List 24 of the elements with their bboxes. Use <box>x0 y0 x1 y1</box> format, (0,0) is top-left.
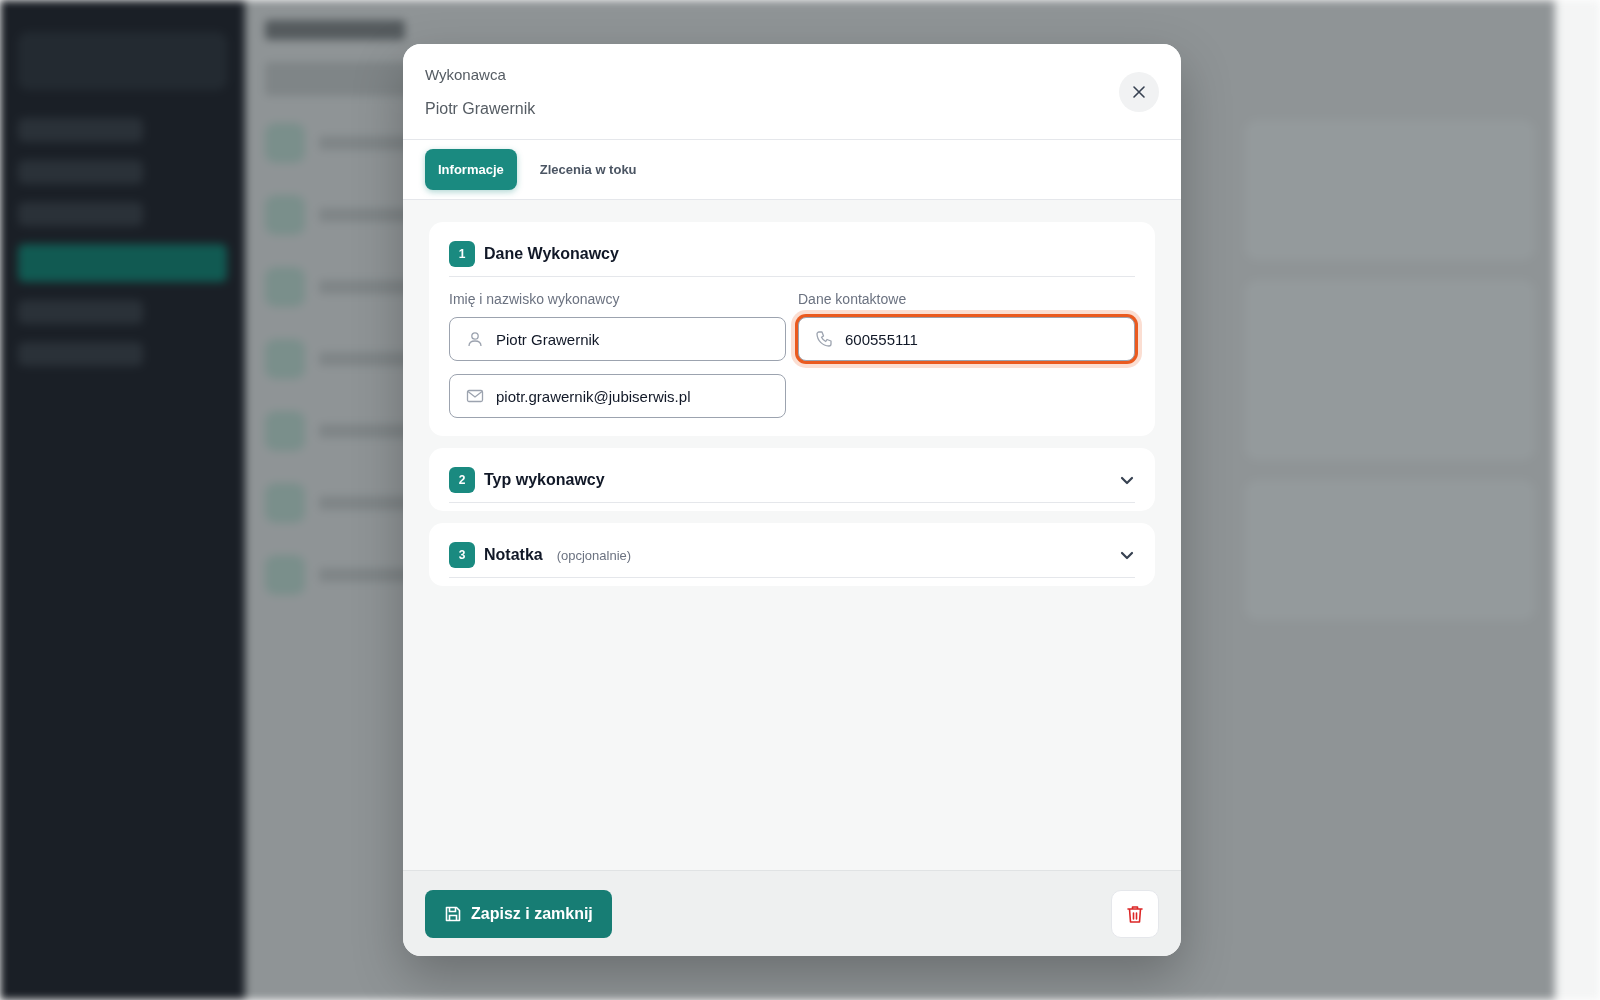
tab[interactable]: Informacje <box>425 149 517 190</box>
delete-button[interactable] <box>1111 889 1159 938</box>
save-button[interactable]: Zapisz i zamknij <box>425 889 612 938</box>
step-number: 3 <box>449 542 475 568</box>
dialog-kicker: Wykonawca <box>425 65 507 83</box>
close-button[interactable] <box>1119 71 1159 112</box>
close-icon <box>1132 84 1146 99</box>
input-field[interactable]: 600555111 <box>798 317 1135 361</box>
field-label: Imię i nazwisko wykonawcy <box>449 291 621 307</box>
input-field[interactable]: piotr.grawernik@jubiserwis.pl <box>449 374 786 418</box>
trash-icon <box>1126 903 1144 924</box>
tab[interactable]: Zlecenia w toku <box>526 149 650 190</box>
dialog-title: Piotr Grawernik <box>425 99 537 118</box>
section-title: Typ wykonawcy <box>484 471 605 489</box>
input-field[interactable]: Piotr Grawernik <box>449 317 786 361</box>
section-title: Dane Wykonawcy <box>484 245 619 263</box>
phone-icon <box>815 330 833 348</box>
step-number: 1 <box>449 241 475 267</box>
section-hint: (opcjonalnie) <box>556 547 632 563</box>
section-title: Notatka <box>484 546 543 564</box>
field-label: Dane kontaktowe <box>798 291 908 307</box>
envelope-icon <box>466 387 484 405</box>
step-number: 2 <box>449 467 475 493</box>
person-icon <box>466 330 484 348</box>
